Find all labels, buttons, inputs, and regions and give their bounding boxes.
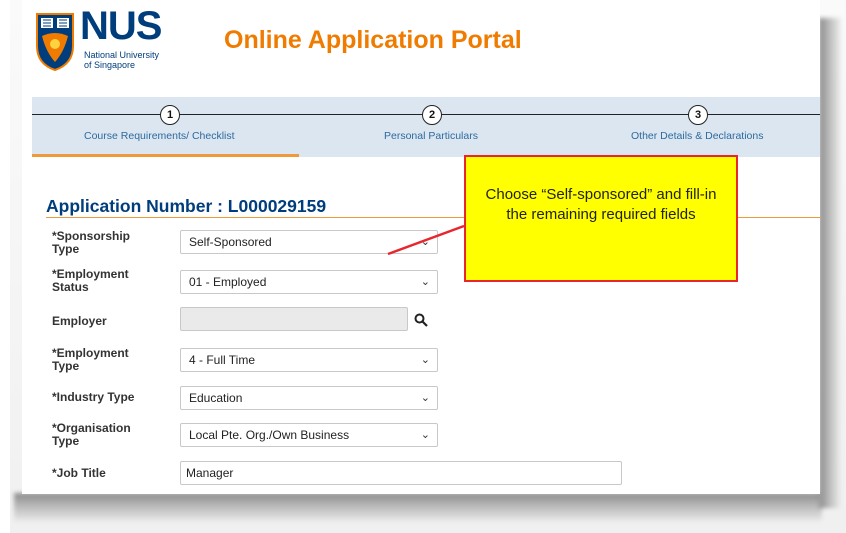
drop-shadow-right [819,18,841,508]
instruction-callout: Choose “Self-sponsored” and fill-in the … [464,155,738,282]
application-screen: NUS National University of Singapore Onl… [22,0,820,494]
drop-shadow-bottom [14,493,822,521]
instruction-callout-text: Choose “Self-sponsored” and fill-in the … [485,186,717,223]
